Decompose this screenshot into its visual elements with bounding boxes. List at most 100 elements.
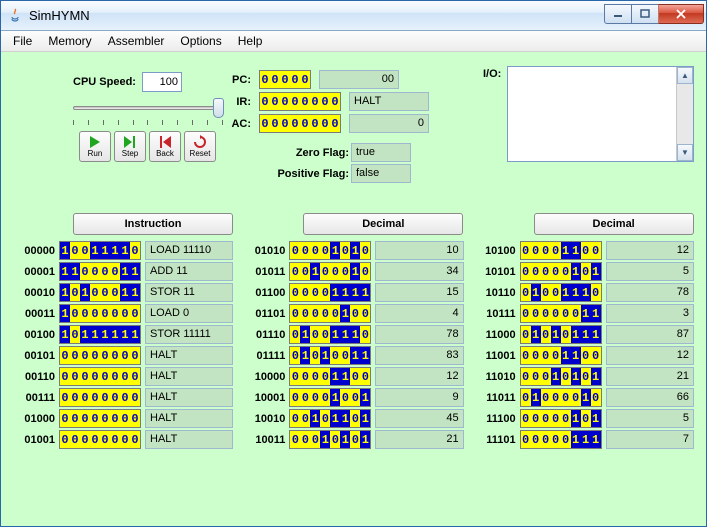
memory-decimal: 5 bbox=[606, 262, 694, 281]
memory-bits[interactable]: 00001010 bbox=[289, 241, 371, 260]
memory-decimal: 34 bbox=[375, 262, 463, 281]
memory-bits[interactable]: 10000000 bbox=[59, 304, 141, 323]
run-button[interactable]: Run bbox=[79, 131, 111, 162]
memory-bits[interactable]: 00101101 bbox=[289, 409, 371, 428]
memory-decimal: 66 bbox=[606, 388, 694, 407]
memory-decimal: 12 bbox=[606, 241, 694, 260]
registers-panel: PC: 00000 00 IR: 00000000 HALT AC: 00000… bbox=[223, 66, 463, 185]
memory-bits[interactable]: 00001111 bbox=[289, 283, 371, 302]
memory-address: 11001 bbox=[474, 350, 516, 362]
memory-bits[interactable]: 00000101 bbox=[520, 409, 602, 428]
window-title: SimHYMN bbox=[29, 8, 605, 23]
memory-address: 01000 bbox=[13, 413, 55, 425]
memory-bits[interactable]: 00001100 bbox=[520, 241, 602, 260]
memory-bits[interactable]: 00000111 bbox=[520, 430, 602, 449]
memory-address: 01110 bbox=[243, 329, 285, 341]
minimize-button[interactable] bbox=[604, 4, 632, 24]
memory-address: 11100 bbox=[474, 413, 516, 425]
app-window: SimHYMN File Memory Assembler Options He… bbox=[0, 0, 707, 527]
memory-bits[interactable]: 00001001 bbox=[289, 388, 371, 407]
memory-bits[interactable]: 00010101 bbox=[520, 367, 602, 386]
memory-bits[interactable]: 00000011 bbox=[520, 304, 602, 323]
menu-assembler[interactable]: Assembler bbox=[100, 32, 173, 50]
memory-row: 0001010100011STOR 11 bbox=[13, 283, 233, 302]
reset-button[interactable]: Reset bbox=[184, 131, 216, 162]
memory-bits[interactable]: 00001100 bbox=[289, 367, 371, 386]
cpu-speed-input[interactable] bbox=[142, 72, 182, 92]
close-button[interactable] bbox=[658, 4, 704, 24]
menu-help[interactable]: Help bbox=[230, 32, 271, 50]
memory-instruction: LOAD 11110 bbox=[145, 241, 233, 260]
memory-bits[interactable]: 00000000 bbox=[59, 346, 141, 365]
memory-address: 10101 bbox=[474, 266, 516, 278]
memory-instruction: STOR 11111 bbox=[145, 325, 233, 344]
memory-bits[interactable]: 10011110 bbox=[59, 241, 141, 260]
memory-decimal: 21 bbox=[606, 367, 694, 386]
memory-row: 110010000110012 bbox=[474, 346, 694, 365]
title-bar[interactable]: SimHYMN bbox=[1, 1, 706, 31]
memory-row: 0010100000000HALT bbox=[13, 346, 233, 365]
memory-bits[interactable]: 01010111 bbox=[520, 325, 602, 344]
memory-decimal: 21 bbox=[375, 430, 463, 449]
ac-bits[interactable]: 00000000 bbox=[259, 114, 341, 133]
memory-decimal: 10 bbox=[375, 241, 463, 260]
ir-bits[interactable]: 00000000 bbox=[259, 92, 341, 111]
cpu-speed-slider[interactable] bbox=[73, 98, 223, 125]
memory-row: 100100010110145 bbox=[243, 409, 463, 428]
memory-bits[interactable]: 10111111 bbox=[59, 325, 141, 344]
memory-address: 10100 bbox=[474, 245, 516, 257]
reset-button-label: Reset bbox=[190, 149, 211, 158]
col-header-decimal-2[interactable]: Decimal bbox=[534, 213, 694, 235]
menu-memory[interactable]: Memory bbox=[40, 32, 99, 50]
memory-row: 101100100111078 bbox=[474, 283, 694, 302]
memory-row: 0100100000000HALT bbox=[13, 430, 233, 449]
scroll-down-icon[interactable]: ▼ bbox=[677, 144, 693, 161]
back-button[interactable]: Back bbox=[149, 131, 181, 162]
memory-bits[interactable]: 01010011 bbox=[289, 346, 371, 365]
memory-bits[interactable]: 00000100 bbox=[289, 304, 371, 323]
memory-decimal: 3 bbox=[606, 304, 694, 323]
step-button[interactable]: Step bbox=[114, 131, 146, 162]
memory-row: 0001110000000LOAD 0 bbox=[13, 304, 233, 323]
memory-bits[interactable]: 00100010 bbox=[289, 262, 371, 281]
memory-bits[interactable]: 00010101 bbox=[289, 430, 371, 449]
memory-decimal: 78 bbox=[606, 283, 694, 302]
maximize-button[interactable] bbox=[631, 4, 659, 24]
memory-row: 11101000001117 bbox=[474, 430, 694, 449]
memory-bits[interactable]: 00000101 bbox=[520, 262, 602, 281]
step-button-label: Step bbox=[122, 149, 138, 158]
memory-bits[interactable]: 00000000 bbox=[59, 388, 141, 407]
menu-options[interactable]: Options bbox=[172, 32, 229, 50]
pc-value: 00 bbox=[319, 70, 399, 89]
col-header-decimal-1[interactable]: Decimal bbox=[303, 213, 463, 235]
menu-file[interactable]: File bbox=[5, 32, 40, 50]
memory-bits[interactable]: 00000000 bbox=[59, 430, 141, 449]
io-textarea[interactable]: ▲ ▼ bbox=[507, 66, 694, 162]
memory-bits[interactable]: 11000011 bbox=[59, 262, 141, 281]
memory-address: 00001 bbox=[13, 266, 55, 278]
play-icon bbox=[90, 135, 100, 149]
slider-thumb[interactable] bbox=[213, 98, 224, 118]
memory-bits[interactable]: 10100011 bbox=[59, 283, 141, 302]
memory-address: 00000 bbox=[13, 245, 55, 257]
col-header-instruction[interactable]: Instruction bbox=[73, 213, 233, 235]
memory-address: 01100 bbox=[243, 287, 285, 299]
memory-bits[interactable]: 00000000 bbox=[59, 409, 141, 428]
memory-bits[interactable]: 00001100 bbox=[520, 346, 602, 365]
memory-instruction: HALT bbox=[145, 388, 233, 407]
memory-row: 100110001010121 bbox=[243, 430, 463, 449]
memory-bits[interactable]: 00000000 bbox=[59, 367, 141, 386]
memory-address: 11101 bbox=[474, 434, 516, 446]
memory-row: 0011100000000HALT bbox=[13, 388, 233, 407]
io-scrollbar[interactable]: ▲ ▼ bbox=[676, 67, 693, 161]
memory-instruction: ADD 11 bbox=[145, 262, 233, 281]
pc-bits[interactable]: 00000 bbox=[259, 70, 311, 89]
back-button-label: Back bbox=[156, 149, 174, 158]
memory-bits[interactable]: 01001110 bbox=[289, 325, 371, 344]
memory-instruction: HALT bbox=[145, 430, 233, 449]
scroll-up-icon[interactable]: ▲ bbox=[677, 67, 693, 84]
memory-address: 10000 bbox=[243, 371, 285, 383]
memory-bits[interactable]: 01001110 bbox=[520, 283, 602, 302]
memory-address: 00101 bbox=[13, 350, 55, 362]
memory-bits[interactable]: 01000010 bbox=[520, 388, 602, 407]
